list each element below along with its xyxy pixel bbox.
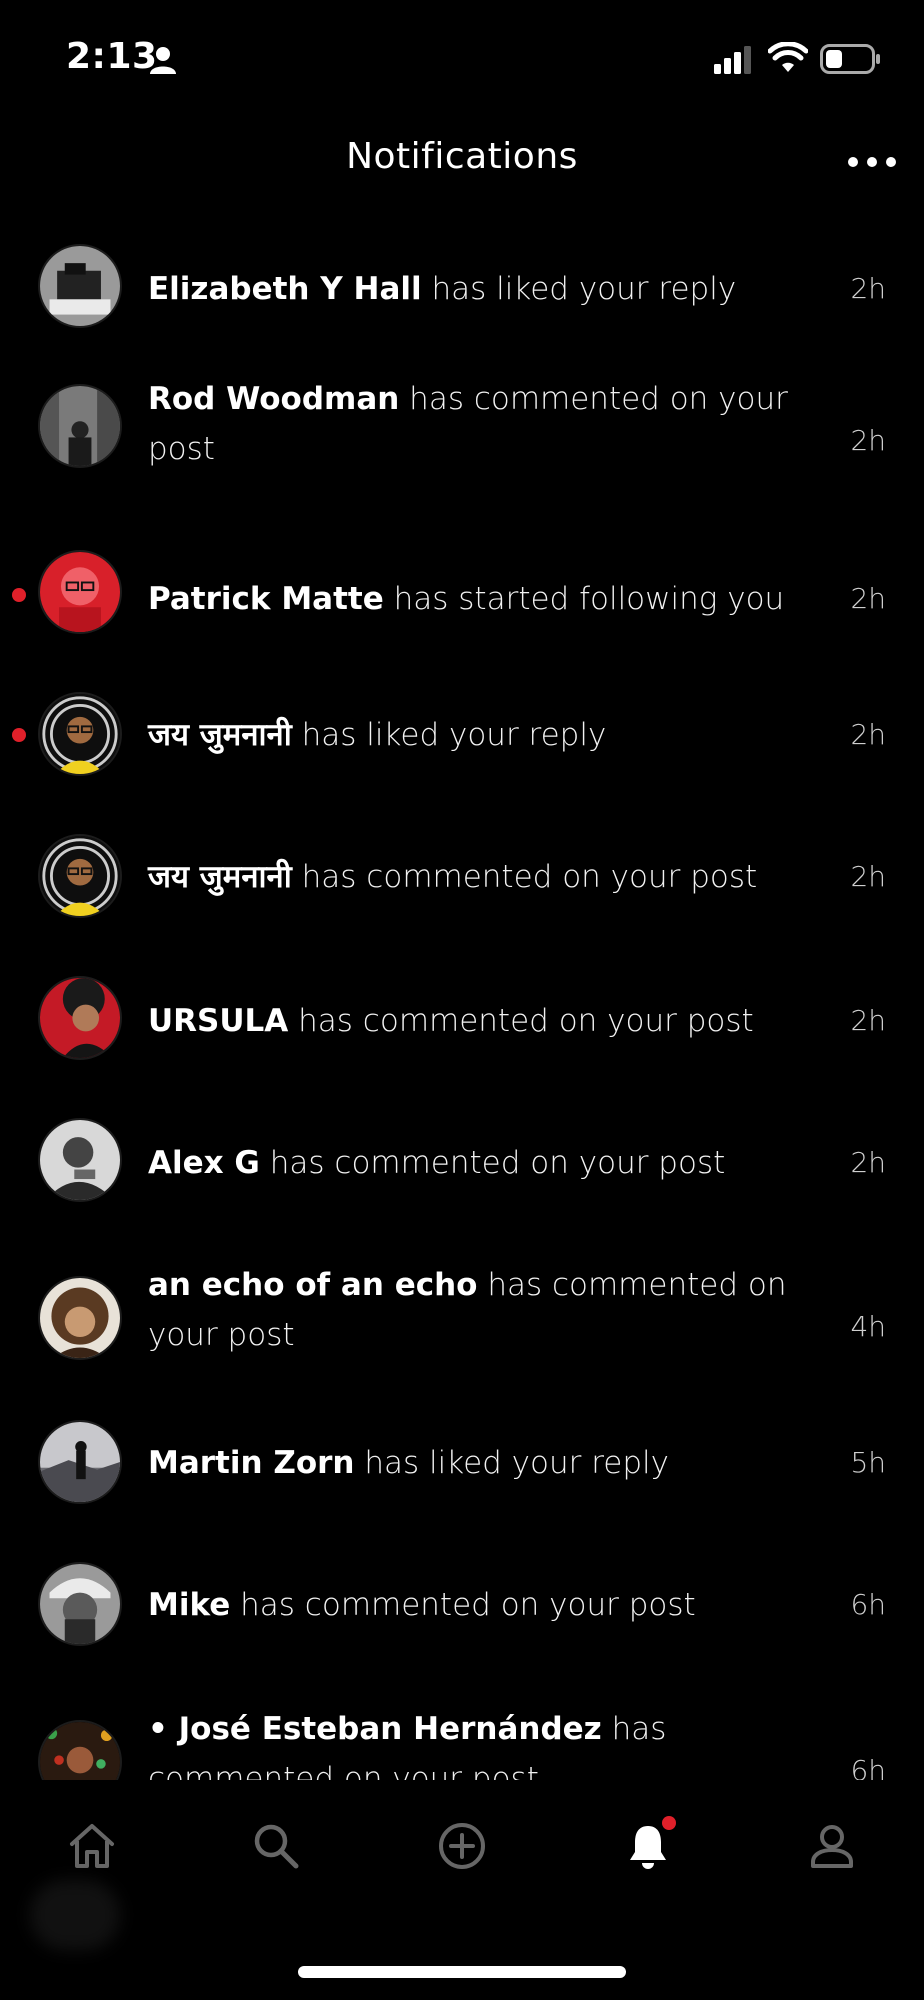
- notification-action: has commented on your post: [240, 1587, 696, 1623]
- tab-profile[interactable]: [804, 1818, 860, 1874]
- notification-user[interactable]: an echo of an echo: [148, 1267, 477, 1303]
- notification-user[interactable]: Martin Zorn: [148, 1445, 355, 1481]
- more-horizontal-icon: [848, 157, 858, 167]
- person-icon: [150, 47, 176, 74]
- avatar[interactable]: [38, 1562, 122, 1646]
- notification-time: 2h: [850, 582, 886, 615]
- notification-user[interactable]: Alex G: [148, 1145, 260, 1181]
- notification-user[interactable]: URSULA: [148, 1003, 288, 1039]
- search-icon: [254, 1824, 299, 1869]
- battery-icon: [820, 44, 880, 74]
- avatar[interactable]: [38, 384, 122, 468]
- add-circle-icon: [439, 1823, 485, 1869]
- avatar[interactable]: [38, 1276, 122, 1360]
- home-indicator[interactable]: [298, 1966, 626, 1978]
- list-item[interactable]: Rod Woodman has commented on your post 2…: [0, 366, 924, 486]
- tab-search[interactable]: [248, 1818, 304, 1874]
- notification-user[interactable]: Rod Woodman: [148, 381, 399, 417]
- notifications-screen: 2:13 Notifications Elizabeth Y Hall has …: [0, 0, 924, 2000]
- unread-indicator: [12, 728, 26, 742]
- unread-indicator: [12, 588, 26, 602]
- wifi-icon: [768, 42, 808, 72]
- avatar[interactable]: [38, 692, 122, 776]
- notification-user[interactable]: जय जुमनानी: [148, 717, 292, 753]
- list-item[interactable]: Alex G has commented on your post 2h: [0, 1094, 924, 1214]
- notification-user[interactable]: Elizabeth Y Hall: [148, 271, 422, 307]
- notification-action: has liked your reply: [364, 1445, 670, 1481]
- home-icon: [70, 1824, 114, 1868]
- list-item[interactable]: Patrick Matte has started following you …: [0, 526, 924, 646]
- notification-time: 2h: [850, 272, 886, 305]
- notification-action: has liked your reply: [301, 717, 607, 753]
- notification-list[interactable]: Elizabeth Y Hall has liked your reply 2h…: [0, 230, 924, 1780]
- list-item[interactable]: जय जुमनानी has liked your reply 2h: [0, 668, 924, 788]
- notification-time: 6h: [850, 1754, 886, 1780]
- status-time: 2:13: [66, 36, 158, 77]
- avatar[interactable]: [38, 834, 122, 918]
- list-item[interactable]: an echo of an echo has commented on your…: [0, 1236, 924, 1376]
- tab-bar: [0, 1784, 924, 1904]
- more-options-button[interactable]: [848, 142, 896, 182]
- tab-create[interactable]: [434, 1818, 490, 1874]
- tab-notifications[interactable]: [620, 1816, 676, 1874]
- list-item[interactable]: URSULA has commented on your post 2h: [0, 952, 924, 1072]
- list-item[interactable]: Elizabeth Y Hall has liked your reply 2h: [0, 230, 924, 350]
- notification-time: 2h: [850, 718, 886, 751]
- list-item[interactable]: जय जुमनानी has commented on your post 2h: [0, 810, 924, 930]
- cellular-signal-icon: [714, 46, 751, 74]
- notification-badge: [662, 1816, 676, 1830]
- notification-action: has started following you: [393, 581, 785, 617]
- notification-time: 2h: [850, 860, 886, 893]
- avatar[interactable]: [38, 1420, 122, 1504]
- avatar[interactable]: [38, 1720, 122, 1780]
- avatar[interactable]: [38, 244, 122, 328]
- notification-user[interactable]: • José Esteban Hernández: [148, 1711, 602, 1747]
- notification-time: 2h: [850, 1146, 886, 1179]
- tab-home[interactable]: [64, 1818, 120, 1874]
- list-item[interactable]: • José Esteban Hernández has commented o…: [0, 1680, 924, 1780]
- header: Notifications: [0, 120, 924, 200]
- notification-time: 2h: [850, 1004, 886, 1037]
- list-item[interactable]: Martin Zorn has liked your reply 5h: [0, 1396, 924, 1516]
- notification-user[interactable]: जय जुमनानी: [148, 859, 292, 895]
- notification-user[interactable]: Mike: [148, 1587, 230, 1623]
- notification-action: has liked your reply: [431, 271, 737, 307]
- profile-icon: [811, 1825, 853, 1868]
- blurred-background: [30, 1880, 120, 1950]
- notification-time: 2h: [850, 424, 886, 457]
- status-bar: 2:13: [0, 0, 924, 120]
- avatar[interactable]: [38, 976, 122, 1060]
- notification-action: has commented on your post: [301, 859, 758, 895]
- notification-action: has commented on your post: [269, 1145, 726, 1181]
- avatar[interactable]: [38, 550, 122, 634]
- page-title: Notifications: [346, 136, 578, 177]
- notification-time: 6h: [850, 1588, 886, 1621]
- notification-time: 5h: [850, 1446, 886, 1479]
- notification-time: 4h: [850, 1310, 886, 1343]
- list-item[interactable]: Mike has commented on your post 6h: [0, 1538, 924, 1658]
- avatar[interactable]: [38, 1118, 122, 1202]
- notification-user[interactable]: Patrick Matte: [148, 581, 384, 617]
- notification-action: has commented on your post: [298, 1003, 754, 1039]
